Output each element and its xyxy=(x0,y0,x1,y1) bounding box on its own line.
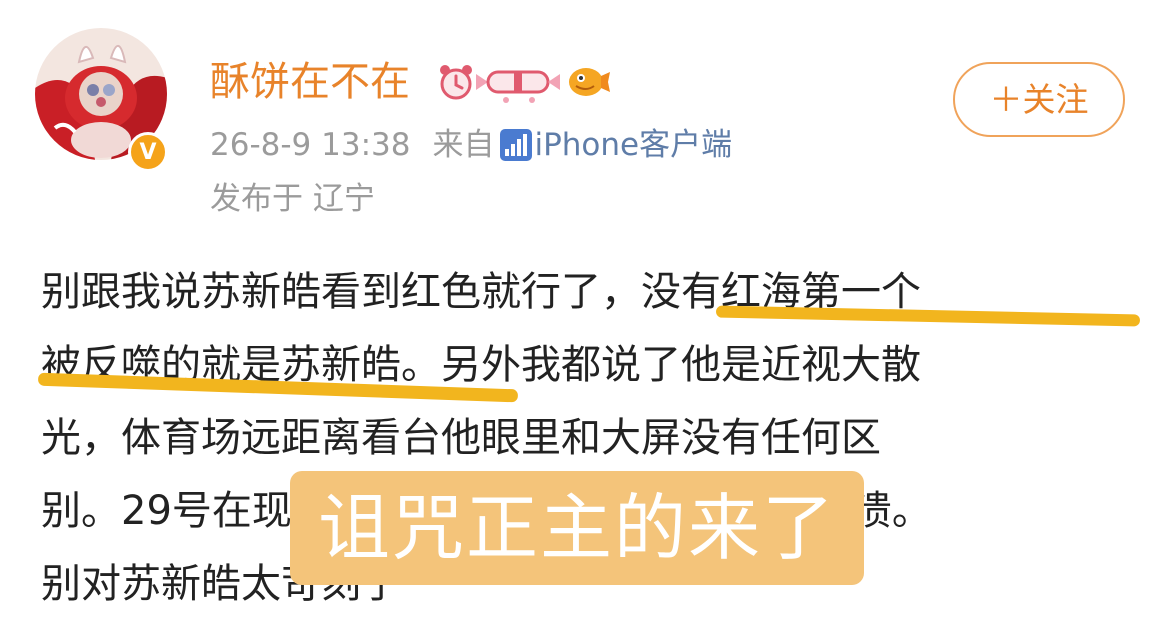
post-meta: 26-8-9 13:38 来自 iPhone客户端 xyxy=(210,122,732,168)
caption-sticker: 诅咒正主的来了 xyxy=(290,471,864,585)
user-name[interactable]: 酥饼在不在 xyxy=(210,56,410,108)
post-line-3: 光，体育场远距离看台他眼里和大屏没有任何区 xyxy=(41,415,881,461)
alarm-clock-badge-icon xyxy=(440,65,472,100)
pufferfish-badge-icon xyxy=(569,68,610,96)
post-time: 26-8-9 13:38 xyxy=(210,127,411,163)
post-location: 发布于 辽宁 xyxy=(210,181,375,217)
post-source-label: 来自 xyxy=(432,127,495,163)
post-client-link[interactable]: iPhone客户端 xyxy=(534,122,732,168)
verified-v-icon: V xyxy=(128,132,168,172)
signal-bars-icon xyxy=(500,129,533,161)
follow-button[interactable]: ＋关注 xyxy=(953,62,1125,137)
candy-badge-icon xyxy=(476,70,560,103)
user-badges[interactable] xyxy=(436,60,611,108)
